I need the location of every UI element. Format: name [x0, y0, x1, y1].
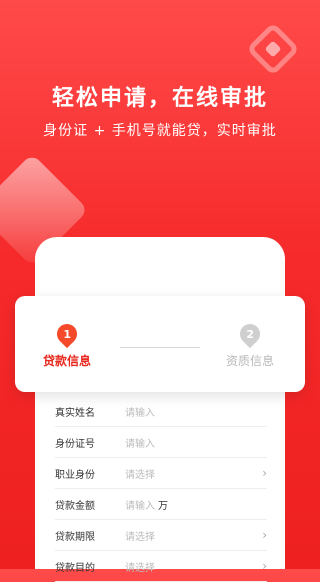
field-placeholder: 请选择 — [125, 469, 155, 481]
field-label: 真实姓名 — [55, 407, 95, 419]
decorative-diamond-icon — [246, 22, 300, 76]
name-field[interactable]: 真实姓名 请输入 — [55, 396, 267, 427]
field-label: 身份证号 — [55, 438, 95, 450]
loan-form: 真实姓名 请输入 身份证号 请输入 职业身份 请选择 › 贷款金额 请输入万 贷… — [55, 396, 267, 582]
hero-title: 轻松申请，在线审批 — [51, 86, 268, 111]
field-label: 贷款期限 — [55, 531, 95, 543]
field-placeholder[interactable]: 请输入 — [125, 435, 267, 450]
loan-term-select[interactable]: 贷款期限 请选择 › — [55, 520, 267, 551]
field-placeholder: 请选择 — [125, 562, 155, 574]
field-placeholder: 请选择 — [125, 531, 155, 543]
step-connector — [120, 347, 200, 348]
occupation-select[interactable]: 职业身份 请选择 › — [55, 458, 267, 489]
field-placeholder[interactable]: 请输入 — [125, 404, 267, 419]
field-value-group[interactable]: 请输入万 — [125, 497, 267, 512]
step-qualification-info[interactable]: 2 资质信息 — [220, 319, 280, 369]
field-label: 职业身份 — [55, 469, 95, 481]
step-number: 2 — [246, 327, 254, 341]
field-label: 贷款金额 — [55, 500, 95, 512]
loan-amount-field[interactable]: 贷款金额 请输入万 — [55, 489, 267, 520]
field-label: 贷款目的 — [55, 562, 95, 574]
step-label: 贷款信息 — [42, 354, 91, 368]
location-pin-icon: 1 — [52, 319, 82, 349]
id-number-field[interactable]: 身份证号 请输入 — [55, 427, 267, 458]
hero-subtitle: 身份证 + 手机号就能贷，实时审批 — [43, 123, 277, 139]
chevron-right-icon: › — [262, 528, 267, 542]
step-loan-info[interactable]: 1 贷款信息 — [37, 319, 97, 369]
step-number: 1 — [63, 327, 71, 341]
location-pin-icon: 2 — [235, 319, 265, 349]
loan-purpose-select[interactable]: 贷款目的 请选择 › — [55, 551, 267, 582]
step-label: 资质信息 — [225, 354, 274, 368]
steps-card: 1 贷款信息 2 资质信息 — [15, 296, 305, 392]
chevron-right-icon: › — [262, 559, 267, 573]
chevron-right-icon: › — [262, 466, 267, 480]
unit-label: 万 — [158, 500, 168, 512]
field-placeholder: 请输入 — [125, 500, 155, 512]
